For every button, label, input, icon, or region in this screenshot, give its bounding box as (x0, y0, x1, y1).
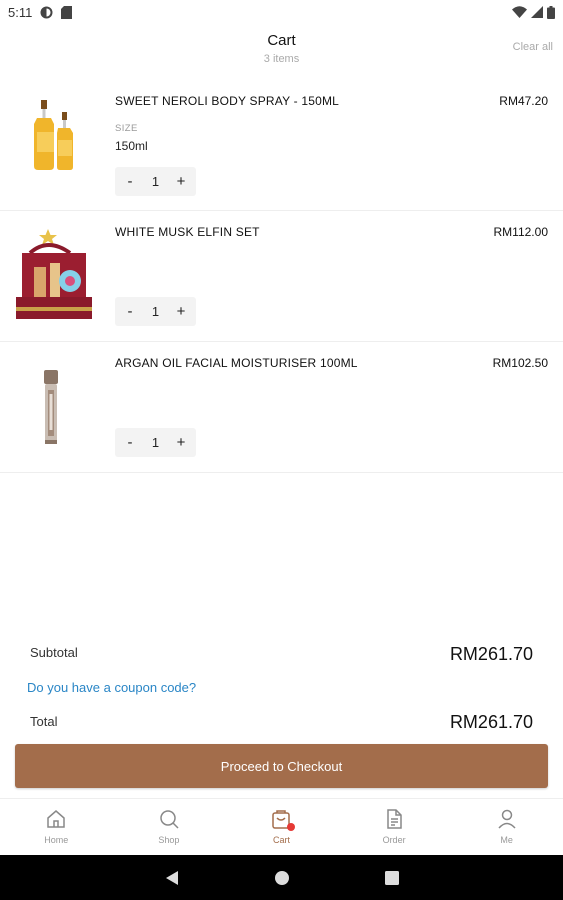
page-title: Cart (267, 32, 296, 49)
decrement-button[interactable]: - (121, 432, 139, 454)
notification-icon (40, 6, 53, 18)
quantity-stepper: - 1 + (115, 297, 196, 326)
item-name[interactable]: WHITE MUSK ELFIN SET (115, 225, 260, 239)
item-price: RM102.50 (492, 356, 548, 370)
total-label: Total (30, 714, 58, 729)
item-name[interactable]: ARGAN OIL FACIAL MOISTURISER 100ML (115, 356, 358, 370)
cart-icon (270, 808, 296, 831)
increment-button[interactable]: + (172, 171, 190, 193)
increment-button[interactable]: + (172, 432, 190, 454)
item-price: RM47.20 (499, 94, 548, 108)
coupon-link[interactable]: Do you have a coupon code? (27, 680, 196, 695)
wifi-icon (512, 6, 527, 18)
battery-icon (547, 5, 555, 19)
status-time: 5:11 (8, 4, 33, 20)
nav-label: Cart (272, 835, 290, 845)
nav-label: Me (500, 835, 513, 845)
nav-label: Home (44, 835, 69, 845)
decrement-button[interactable]: - (121, 301, 139, 323)
decrement-button[interactable]: - (121, 171, 139, 193)
nav-label: Order (382, 835, 406, 845)
gift-set-image[interactable] (12, 227, 96, 327)
document-icon (383, 808, 405, 830)
quantity-value: 1 (151, 304, 160, 319)
cart-list: SWEET NEROLI BODY SPRAY - 150ML RM47.20 … (0, 80, 563, 473)
nav-item-me[interactable]: Me (450, 799, 563, 855)
app-header: Cart 3 items Clear all (0, 24, 563, 76)
nav-item-cart[interactable]: Cart (225, 799, 338, 855)
nav-item-order[interactable]: Order (338, 799, 451, 855)
search-icon (158, 808, 180, 830)
moisturiser-bottle-image[interactable] (12, 360, 96, 460)
quantity-stepper: - 1 + (115, 167, 196, 196)
quantity-value: 1 (151, 435, 160, 450)
total-value: RM261.70 (449, 712, 533, 732)
status-bar: 5:11 (0, 0, 563, 24)
size-label: SIZE (115, 123, 138, 134)
nav-item-home[interactable]: Home (0, 799, 113, 855)
nav-item-shop[interactable]: Shop (113, 799, 226, 855)
size-value: 150ml (115, 139, 148, 153)
item-count: 3 items (263, 53, 300, 65)
signal-icon (531, 6, 543, 18)
bottom-nav: Home Shop Cart Order Me (0, 798, 563, 855)
quantity-stepper: - 1 + (115, 428, 196, 457)
home-button-icon[interactable] (274, 870, 290, 886)
person-icon (496, 808, 518, 830)
subtotal-label: Subtotal (30, 645, 78, 660)
subtotal-value: RM261.70 (449, 644, 533, 664)
cart-badge-dot (287, 823, 296, 831)
increment-button[interactable]: + (172, 301, 190, 323)
spray-bottles-image[interactable] (12, 98, 96, 198)
home-icon (45, 808, 67, 830)
cart-item: SWEET NEROLI BODY SPRAY - 150ML RM47.20 … (0, 80, 563, 211)
quantity-value: 1 (151, 174, 160, 189)
nav-label: Shop (158, 835, 180, 845)
item-price: RM112.00 (493, 225, 548, 239)
clear-all-button[interactable]: Clear all (513, 41, 553, 53)
cart-item: ARGAN OIL FACIAL MOISTURISER 100ML RM102… (0, 342, 563, 473)
recents-icon[interactable] (384, 870, 399, 885)
back-icon[interactable] (165, 870, 179, 886)
system-nav-bar (0, 855, 563, 900)
sd-card-icon (61, 5, 73, 19)
item-name[interactable]: SWEET NEROLI BODY SPRAY - 150ML (115, 94, 339, 108)
checkout-button[interactable]: Proceed to Checkout (15, 744, 548, 788)
cart-item: WHITE MUSK ELFIN SET RM112.00 - 1 + (0, 211, 563, 342)
